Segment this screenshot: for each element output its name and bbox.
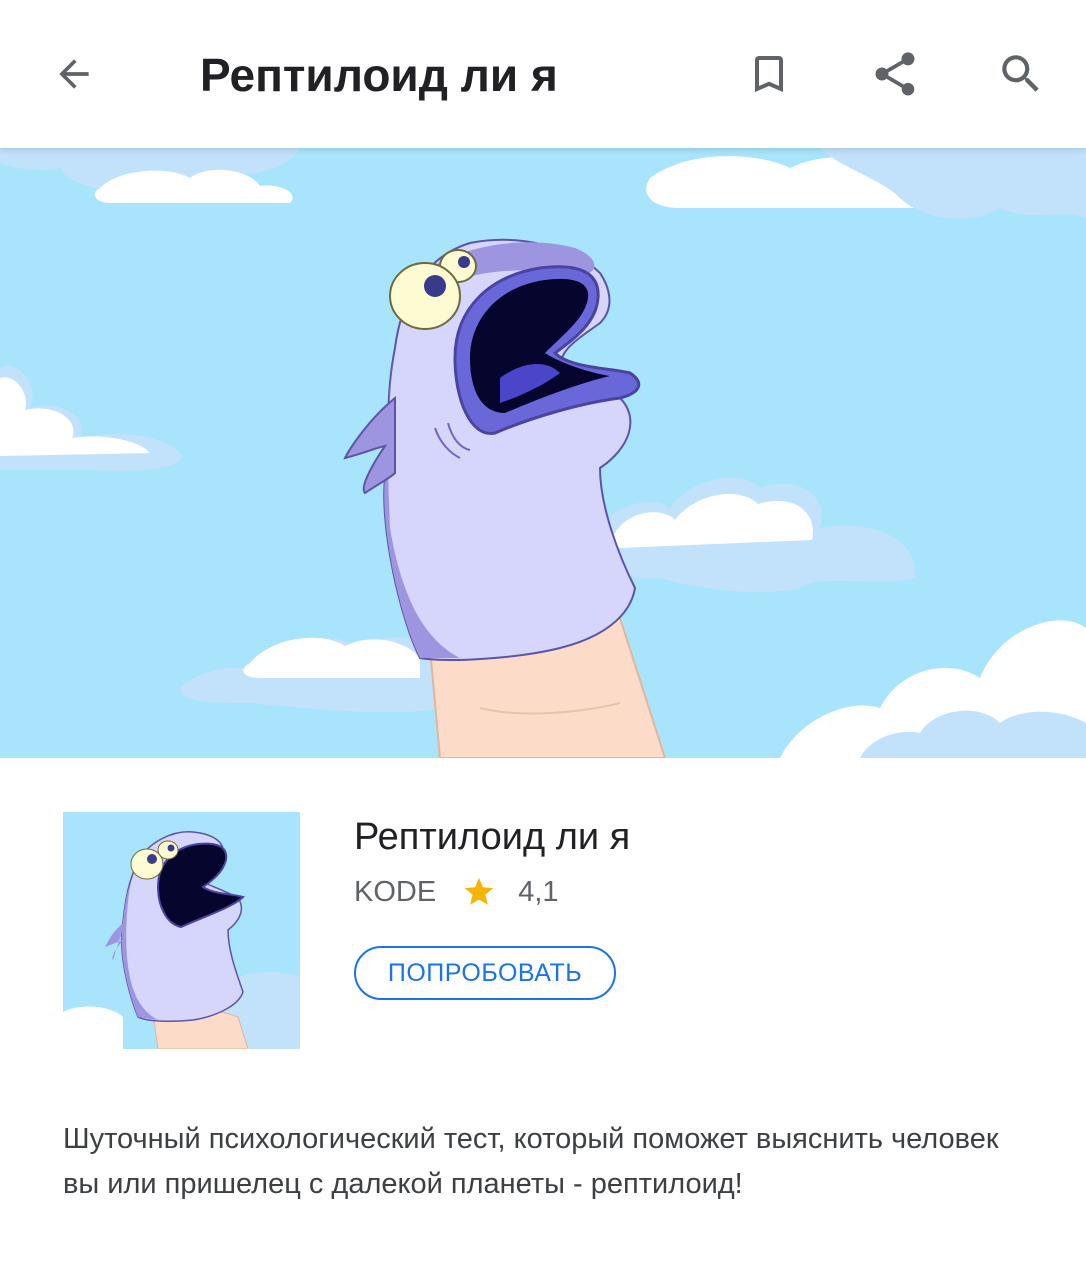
page-title: Рептилоид ли я [200, 49, 558, 101]
top-app-bar: Рептилоид ли я [0, 0, 1086, 148]
try-button[interactable]: ПОПРОБОВАТЬ [354, 946, 616, 1000]
sock-puppet-illustration [0, 148, 1086, 758]
app-name: Рептилоид ли я [354, 816, 631, 858]
app-detail-screen: Рептилоид ли я Рептилоид ли я KODE 4,1 П… [0, 0, 1086, 1280]
rating-value: 4,1 [518, 875, 559, 908]
share-button[interactable] [855, 34, 935, 114]
search-icon [1002, 55, 1039, 92]
star-icon [465, 877, 494, 905]
bookmark-button[interactable] [729, 34, 809, 114]
search-button[interactable] [981, 34, 1061, 114]
arrow-back-icon [59, 59, 89, 89]
hero-banner[interactable] [0, 148, 1086, 758]
back-button[interactable] [34, 34, 114, 114]
share-icon [875, 52, 915, 96]
app-description: Шуточный психологический тест, который п… [63, 1123, 999, 1200]
app-icon[interactable] [63, 812, 300, 1049]
bookmark-icon [755, 56, 783, 92]
app-icon-image [63, 812, 300, 1049]
developer-rating-row: KODE 4,1 [354, 870, 559, 914]
developer-name[interactable]: KODE [354, 876, 436, 909]
